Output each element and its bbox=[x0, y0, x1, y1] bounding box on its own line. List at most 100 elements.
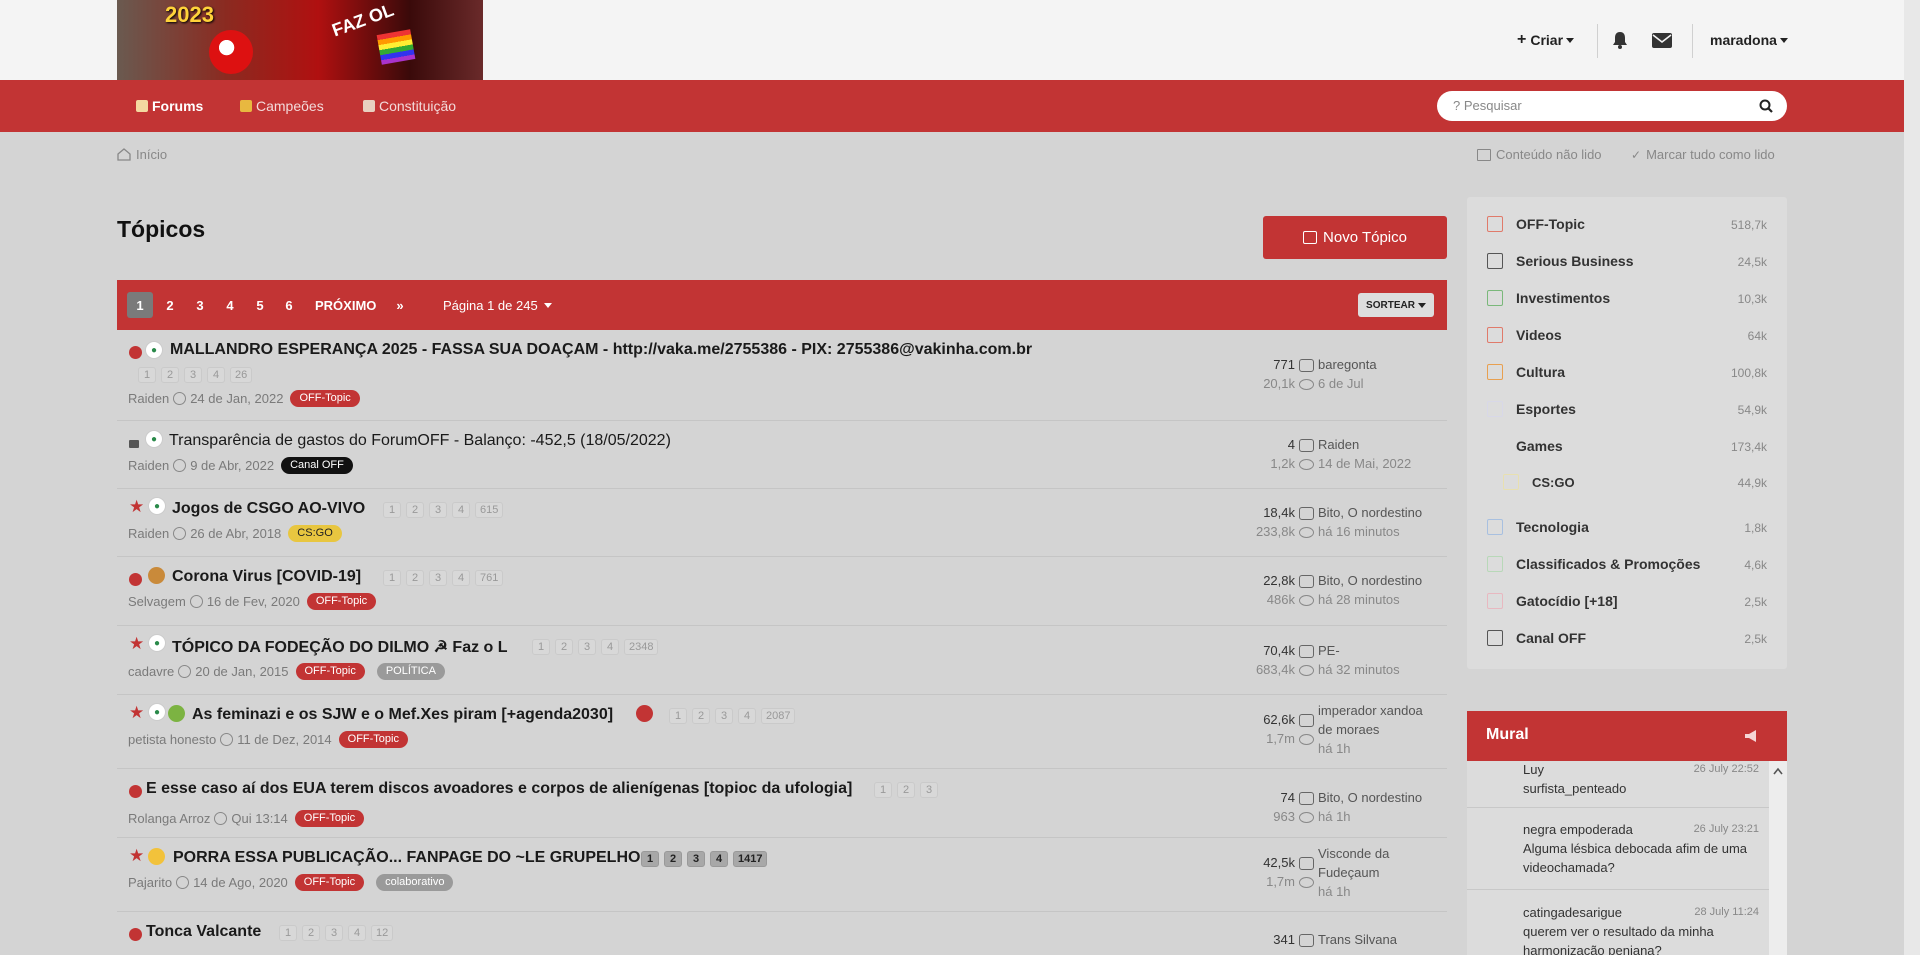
topic-page-link[interactable]: 2 bbox=[692, 708, 710, 724]
topic-page-link[interactable]: 3 bbox=[325, 925, 343, 941]
topic-page-link[interactable]: 2 bbox=[302, 925, 320, 941]
last-post-date[interactable]: há 1h bbox=[1318, 739, 1438, 758]
topic-title[interactable]: As feminazi e os SJW e o Mef.Xes piram [… bbox=[192, 706, 613, 724]
topic-title[interactable]: Transparência de gastos do ForumOFF - Ba… bbox=[169, 432, 671, 450]
last-post-user[interactable]: Raiden bbox=[1318, 435, 1438, 454]
breadcrumb-home[interactable]: Início bbox=[136, 147, 167, 162]
topic-page-link[interactable]: 615 bbox=[475, 502, 504, 518]
topic-tag[interactable]: OFF-Topic bbox=[294, 874, 365, 891]
topic-page-link[interactable]: 12 bbox=[371, 925, 394, 941]
topic-page-link[interactable]: 1 bbox=[279, 925, 297, 941]
chevron-up-icon[interactable] bbox=[1773, 767, 1783, 775]
topic-page-link[interactable]: 2 bbox=[406, 502, 424, 518]
last-post-date[interactable]: 6 de Jul bbox=[1318, 374, 1438, 393]
page-link-1[interactable]: 1 bbox=[127, 292, 153, 318]
topic-tag[interactable]: OFF-Topic bbox=[290, 390, 360, 407]
topic-page-link[interactable]: 3 bbox=[715, 708, 733, 724]
topic-page-link[interactable]: 1 bbox=[669, 708, 687, 724]
topic-row[interactable]: ● Transparência de gastos do ForumOFF - … bbox=[117, 420, 1447, 489]
nav-forums[interactable]: Forums bbox=[136, 80, 203, 132]
subcategory-item[interactable]: CS:GO bbox=[1503, 472, 1575, 492]
mural-scrollbar[interactable] bbox=[1769, 761, 1787, 955]
topic-title[interactable]: Jogos de CSGO AO-VIVO bbox=[172, 500, 365, 518]
category-item[interactable]: Cultura bbox=[1487, 362, 1565, 382]
category-item[interactable]: Serious Business bbox=[1487, 251, 1634, 271]
topic-title[interactable]: E esse caso aí dos EUA terem discos avoa… bbox=[146, 780, 852, 798]
criar-button[interactable]: + Criar bbox=[1517, 0, 1575, 80]
category-item[interactable]: Classificados & Promoções bbox=[1487, 554, 1700, 574]
topic-page-link[interactable]: 761 bbox=[475, 570, 504, 586]
page-link-6[interactable]: 6 bbox=[276, 292, 302, 318]
topic-row[interactable]: E esse caso aí dos EUA terem discos avoa… bbox=[117, 768, 1447, 838]
topic-page-link[interactable]: 3 bbox=[184, 367, 202, 383]
category-item[interactable]: Esportes bbox=[1487, 399, 1576, 419]
topic-page-link[interactable]: 3 bbox=[429, 570, 447, 586]
topic-title[interactable]: MALLANDRO ESPERANÇA 2025 - FASSA SUA DOA… bbox=[170, 341, 1032, 359]
topic-author[interactable]: Raiden bbox=[128, 391, 169, 406]
topic-page-link[interactable]: 1 bbox=[532, 639, 550, 655]
category-item[interactable]: OFF-Topic bbox=[1487, 214, 1585, 234]
topic-author[interactable]: Raiden bbox=[128, 526, 169, 541]
topic-author[interactable]: Selvagem bbox=[128, 594, 186, 609]
last-post-user[interactable]: Visconde da Fudeçaum bbox=[1318, 844, 1438, 882]
category-item[interactable]: Games bbox=[1487, 436, 1563, 456]
notifications-button[interactable] bbox=[1612, 0, 1628, 80]
topic-page-link[interactable]: 4 bbox=[452, 502, 470, 518]
page-link-4[interactable]: 4 bbox=[217, 292, 243, 318]
topic-row[interactable]: Tonca Valcante 1 2 3 4 12 341 Trans Silv… bbox=[117, 911, 1447, 955]
last-post-user[interactable]: baregonta bbox=[1318, 355, 1438, 374]
topic-page-link[interactable]: 4 bbox=[710, 851, 728, 867]
last-page-link[interactable]: » bbox=[387, 292, 413, 318]
unread-content-link[interactable]: Conteúdo não lido bbox=[1477, 147, 1602, 162]
topic-tag[interactable]: OFF-Topic bbox=[294, 810, 365, 827]
page-scrollbar[interactable] bbox=[1904, 0, 1920, 955]
topic-page-link[interactable]: 2 bbox=[161, 367, 179, 383]
page-link-2[interactable]: 2 bbox=[157, 292, 183, 318]
megaphone-icon[interactable] bbox=[1743, 728, 1759, 744]
topic-page-link[interactable]: 4 bbox=[452, 570, 470, 586]
topic-tag[interactable]: OFF-Topic bbox=[306, 593, 377, 610]
nav-constituicao[interactable]: Constituição bbox=[363, 80, 456, 132]
messages-button[interactable] bbox=[1652, 0, 1672, 80]
topic-page-link[interactable]: 3 bbox=[920, 782, 938, 798]
topic-page-link[interactable]: 1 bbox=[383, 570, 401, 586]
last-post-date[interactable]: há 28 minutos bbox=[1318, 590, 1438, 609]
last-post-date[interactable]: há 1h bbox=[1318, 807, 1438, 826]
topic-title[interactable]: Tonca Valcante bbox=[146, 923, 261, 941]
topic-title[interactable]: Corona Virus [COVID-19] bbox=[172, 568, 361, 586]
topic-author[interactable]: petista honesto bbox=[128, 732, 216, 747]
topic-author[interactable]: Raiden bbox=[128, 458, 169, 473]
search-icon[interactable] bbox=[1759, 99, 1773, 113]
page-selector[interactable]: Página 1 de 245 bbox=[443, 292, 552, 318]
breadcrumb[interactable]: Início bbox=[117, 147, 167, 162]
topic-page-link[interactable]: 1 bbox=[383, 502, 401, 518]
topic-tag[interactable]: colaborativo bbox=[376, 874, 454, 891]
topic-page-link[interactable]: 4 bbox=[207, 367, 225, 383]
last-post-user[interactable]: Bito, O nordestino bbox=[1318, 571, 1438, 590]
topic-page-link[interactable]: 3 bbox=[429, 502, 447, 518]
topic-page-link[interactable]: 2 bbox=[897, 782, 915, 798]
last-post-date[interactable]: 14 de Mai, 2022 bbox=[1318, 454, 1438, 473]
topic-page-link[interactable]: 1417 bbox=[733, 851, 768, 867]
topic-row[interactable]: ★ ● TÓPICO DA FODEÇÃO DO DILMO ☭ Faz o L… bbox=[117, 625, 1447, 695]
search-input[interactable] bbox=[1451, 97, 1745, 114]
category-item[interactable]: Canal OFF bbox=[1487, 628, 1586, 648]
user-menu[interactable]: maradona bbox=[1710, 0, 1788, 80]
topic-title[interactable]: TÓPICO DA FODEÇÃO DO DILMO ☭ Faz o L bbox=[172, 637, 508, 657]
topic-tag[interactable]: OFF-Topic bbox=[295, 663, 365, 680]
topic-row[interactable]: ★ ● Jogos de CSGO AO-VIVO 1 2 3 4 615 Ra… bbox=[117, 488, 1447, 557]
next-page-link[interactable]: PRÓXIMO bbox=[315, 292, 376, 318]
topic-row[interactable]: ● MALLANDRO ESPERANÇA 2025 - FASSA SUA D… bbox=[117, 330, 1447, 421]
sort-button[interactable]: SORTEAR bbox=[1358, 293, 1434, 317]
topic-page-link[interactable]: 4 bbox=[348, 925, 366, 941]
mark-read-link[interactable]: ✓ Marcar tudo como lido bbox=[1631, 147, 1775, 162]
topic-author[interactable]: Pajarito bbox=[128, 875, 172, 890]
page-link-5[interactable]: 5 bbox=[247, 292, 273, 318]
topic-tag[interactable]: CS:GO bbox=[288, 525, 342, 542]
last-post-user[interactable]: Bito, O nordestino bbox=[1318, 788, 1438, 807]
last-post-user[interactable]: imperador xandoa de moraes bbox=[1318, 701, 1438, 739]
category-item[interactable]: Tecnologia bbox=[1487, 517, 1589, 537]
last-post-date[interactable]: há 32 minutos bbox=[1318, 660, 1438, 679]
topic-row[interactable]: Corona Virus [COVID-19] 1 2 3 4 761 Selv… bbox=[117, 556, 1447, 626]
topic-page-link[interactable]: 3 bbox=[578, 639, 596, 655]
